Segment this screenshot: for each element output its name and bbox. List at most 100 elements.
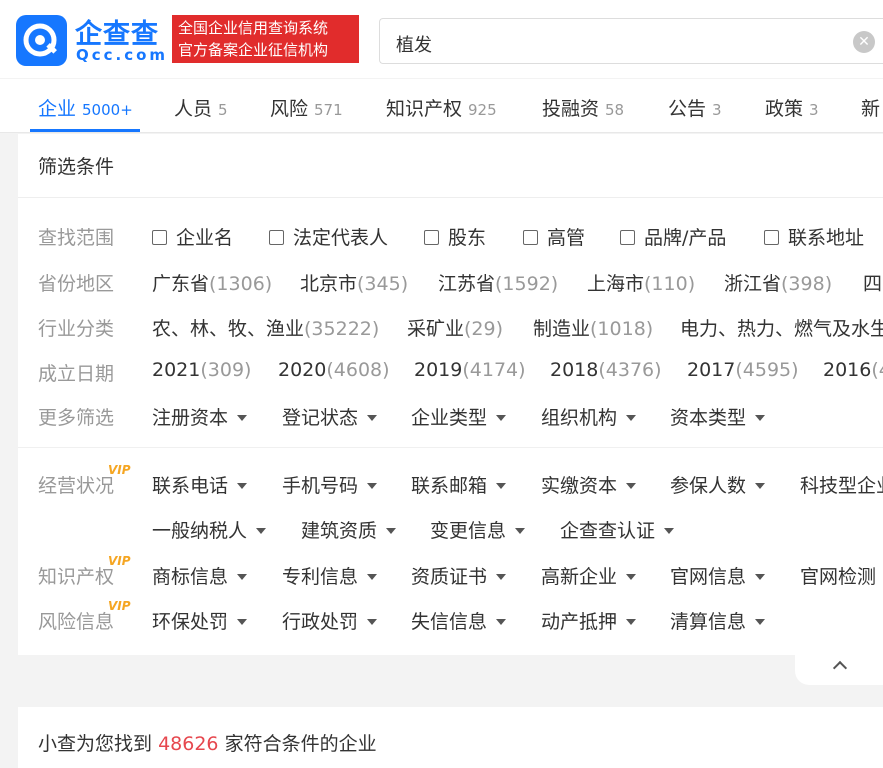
dropdown-label: 科技型企业 [800,475,883,497]
dropdown-email[interactable]: 联系邮箱 [411,471,507,498]
collapse-filter-button[interactable] [795,655,883,685]
province-item[interactable]: 北京市(345) [300,269,408,296]
tab-company[interactable]: 企业 5000+ [38,94,133,121]
risk-info-label: 风险信息 VIP [38,599,131,634]
caret-down-icon [626,574,637,580]
scope-label: 查找范围 [38,227,115,249]
tab-policy[interactable]: 政策 3 [765,94,819,121]
province-item[interactable]: 江苏省(1592) [438,269,558,296]
item-count: (1018) [590,318,654,340]
dropdown-registered-capital[interactable]: 注册资本 [152,403,248,430]
tab-people[interactable]: 人员 5 [174,94,228,121]
tab-count: 3 [712,101,722,119]
tab-risk[interactable]: 风险 571 [270,94,343,121]
option-label: 股东 [448,227,487,249]
item-count: (4608) [326,359,390,381]
tab-label: 人员 [174,98,213,120]
dropdown-mobile[interactable]: 手机号码 [282,471,378,498]
search-input[interactable]: 植发 ✕ [379,18,883,64]
scope-checkbox-company-name[interactable]: 企业名 [152,223,233,250]
vip-badge: VIP [108,599,131,613]
founded-item[interactable]: 2020(4608) [278,359,390,381]
tab-announcement[interactable]: 公告 3 [668,94,722,121]
tab-investment[interactable]: 投融资 58 [542,94,624,121]
tab-count: 5000+ [82,101,133,119]
item-name: 制造业 [533,318,591,340]
province-item[interactable]: 广东省(1306) [152,269,272,296]
dropdown-paid-capital[interactable]: 实缴资本 [541,471,637,498]
checkbox-icon[interactable] [269,230,284,245]
item-name: 采矿业 [407,318,465,340]
checkbox-icon[interactable] [523,230,538,245]
dropdown-label: 手机号码 [282,475,359,497]
province-item[interactable]: 四 [863,269,882,296]
result-suffix: 家符合条件的企业 [224,733,377,755]
checkbox-icon[interactable] [424,230,439,245]
industry-item[interactable]: 制造业(1018) [533,314,653,341]
dropdown-organization[interactable]: 组织机构 [541,403,637,430]
founded-item[interactable]: 2017(4595) [687,359,799,381]
qcc-logo-icon[interactable] [16,15,67,66]
checkbox-icon[interactable] [764,230,779,245]
dropdown-tech-company[interactable]: 科技型企业 [800,471,883,498]
scope-checkbox-brand[interactable]: 品牌/产品 [620,223,726,250]
clear-icon[interactable]: ✕ [853,31,875,53]
item-count: (110) [644,273,696,295]
founded-item[interactable]: 2016(4 [823,359,883,381]
checkbox-icon[interactable] [152,230,167,245]
result-tabs: 企业 5000+ 人员 5 风险 571 知识产权 925 投融资 58 公告 3 政策 3 … [0,79,883,133]
scope-checkbox-address[interactable]: 联系地址 [764,223,864,250]
industry-item[interactable]: 农、林、牧、渔业(35222) [152,314,379,341]
more-filters-label: 更多筛选 [38,407,115,429]
caret-down-icon [626,415,637,421]
dropdown-company-type[interactable]: 企业类型 [411,403,507,430]
dropdown-change-info[interactable]: 变更信息 [430,516,526,543]
dropdown-dishonesty[interactable]: 失信信息 [411,607,507,634]
tab-count: 5 [218,101,228,119]
tab-label: 公告 [668,98,707,120]
top-header: 企查查 Qcc.com 全国企业信用查询系统 官方备案企业征信机构 植发 ✕ [0,0,883,78]
dropdown-website-check[interactable]: 官网检测 [800,562,876,589]
scope-checkbox-executive[interactable]: 高管 [523,223,585,250]
scope-checkbox-legal-rep[interactable]: 法定代表人 [269,223,388,250]
item-count: (309) [200,359,252,381]
item-count: (4376) [598,359,662,381]
dropdown-high-tech[interactable]: 高新企业 [541,562,637,589]
label-text: 知识产权 [38,566,115,588]
dropdown-patent[interactable]: 专利信息 [282,562,378,589]
item-name: 2018 [550,359,599,381]
dropdown-chattel-mortgage[interactable]: 动产抵押 [541,607,637,634]
dropdown-env-penalty[interactable]: 环保处罚 [152,607,248,634]
tab-ip[interactable]: 知识产权 925 [386,94,497,121]
dropdown-phone[interactable]: 联系电话 [152,471,248,498]
tab-news[interactable]: 新 [861,94,880,121]
founded-item[interactable]: 2018(4376) [550,359,662,381]
tab-label: 风险 [270,98,309,120]
industry-item[interactable]: 采矿业(29) [407,314,503,341]
industry-item[interactable]: 电力、热力、燃气及水生 [680,314,883,341]
dropdown-insured-count[interactable]: 参保人数 [670,471,766,498]
dropdown-registration-status[interactable]: 登记状态 [282,403,378,430]
dropdown-liquidation[interactable]: 清算信息 [670,607,766,634]
scope-checkbox-shareholder[interactable]: 股东 [424,223,486,250]
option-label: 高管 [547,227,586,249]
checkbox-icon[interactable] [620,230,635,245]
caret-down-icon [496,619,507,625]
item-count: (35222) [304,318,380,340]
tab-label: 知识产权 [386,98,463,120]
founded-item[interactable]: 2021(309) [152,359,251,381]
dropdown-construction-qualification[interactable]: 建筑资质 [301,516,397,543]
province-item[interactable]: 上海市(110) [587,269,695,296]
dropdown-website-info[interactable]: 官网信息 [670,562,766,589]
dropdown-qcc-certified[interactable]: 企查查认证 [560,516,675,543]
search-value: 植发 [396,35,432,56]
dropdown-capital-type[interactable]: 资本类型 [670,403,766,430]
tab-label: 政策 [765,98,804,120]
dropdown-certificate[interactable]: 资质证书 [411,562,507,589]
province-item[interactable]: 浙江省(398) [724,269,832,296]
dropdown-admin-penalty[interactable]: 行政处罚 [282,607,378,634]
dropdown-trademark[interactable]: 商标信息 [152,562,248,589]
founded-item[interactable]: 2019(4174) [414,359,526,381]
item-name: 上海市 [587,273,645,295]
dropdown-general-taxpayer[interactable]: 一般纳税人 [152,516,267,543]
